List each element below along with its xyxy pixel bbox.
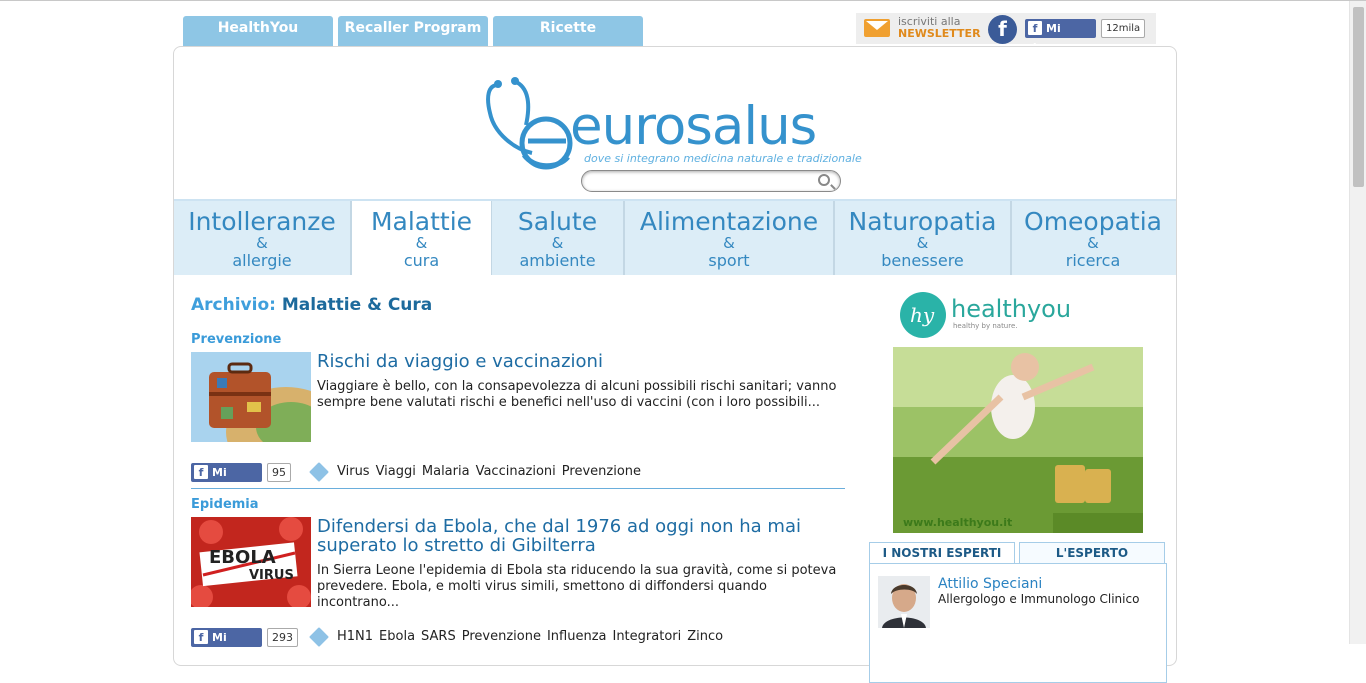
- ebola-thumbnail[interactable]: EBOLA VIRUS: [191, 517, 311, 607]
- scrollbar-thumb[interactable]: [1353, 7, 1364, 187]
- expert-name[interactable]: Attilio Speciani: [938, 576, 1042, 592]
- tag-link[interactable]: Prevenzione: [462, 629, 541, 644]
- article-excerpt: Viaggiare è bello, con la consapevolezza…: [317, 379, 837, 410]
- tab-esperto-risponde[interactable]: L'ESPERTO RISPONDE: [1019, 542, 1165, 580]
- nav-sub: ricerca: [1065, 251, 1121, 270]
- nav-alimentazione[interactable]: Alimentazione & sport: [625, 201, 835, 275]
- logo-tagline: dove si integrano medicina naturale e tr…: [584, 152, 862, 165]
- nav-sub: allergie: [232, 251, 292, 270]
- tag-link[interactable]: Prevenzione: [562, 464, 641, 479]
- nav-omeopatia[interactable]: Omeopatia & ricerca: [1012, 201, 1174, 275]
- nav-sub: cura: [403, 251, 440, 270]
- archive-prefix: Archivio:: [191, 295, 276, 315]
- page-frame: eurosalus dove si integrano medicina nat…: [173, 46, 1177, 683]
- nav-amp: &: [256, 234, 268, 252]
- nav-amp: &: [916, 234, 929, 252]
- browser-top-border: [0, 0, 1366, 1]
- virus-image-text: VIRUS: [249, 568, 294, 583]
- healthyou-tagline: healthy by nature.: [953, 322, 1018, 330]
- search-box: [581, 170, 841, 192]
- facebook-icon[interactable]: f: [988, 15, 1017, 44]
- nav-title: Omeopatia: [1024, 207, 1162, 236]
- article-tags: Virus Viaggi Malaria Vaccinazioni Prevenzion…: [337, 464, 647, 479]
- tag-link[interactable]: Viaggi: [376, 464, 416, 479]
- nav-amp: &: [723, 234, 735, 252]
- social-bar: iscriviti alla NEWSLETTER f fMi piace 12…: [856, 13, 1156, 54]
- nav-amp: &: [551, 234, 564, 252]
- nav-amp: &: [1087, 234, 1099, 252]
- tag-link[interactable]: Ebola: [379, 629, 415, 644]
- nav-sub: benessere: [881, 251, 964, 270]
- article-tags: H1N1 Ebola SARS Prevenzione Influenza Integra…: [337, 629, 729, 644]
- top-tabs: HealthYou Recaller Program Ricette: [183, 16, 648, 46]
- tab-healthyou[interactable]: HealthYou: [183, 16, 333, 46]
- article-category[interactable]: Prevenzione: [191, 332, 281, 347]
- ebola-image-text: EBOLA: [209, 547, 276, 568]
- newsletter-link[interactable]: iscriviti alla NEWSLETTER: [898, 16, 981, 40]
- tag-link[interactable]: SARS: [421, 629, 456, 644]
- expert-photo: [878, 576, 930, 628]
- tab-ricette[interactable]: Ricette: [493, 16, 643, 46]
- logo-wordmark: eurosalus: [570, 96, 817, 157]
- suitcase-thumbnail[interactable]: [191, 352, 311, 442]
- tag-link[interactable]: Vaccinazioni: [476, 464, 556, 479]
- article-like-button[interactable]: f Mi piace: [191, 628, 262, 663]
- article-category[interactable]: Epidemia: [191, 497, 259, 512]
- nav-salute[interactable]: Salute & ambiente: [492, 201, 625, 275]
- tag-link[interactable]: Malaria: [422, 464, 470, 479]
- article-like-button[interactable]: f Mi piace: [191, 463, 262, 498]
- scrollbar[interactable]: [1349, 1, 1366, 644]
- nav-title: Alimentazione: [639, 207, 819, 236]
- facebook-f-icon: f: [1028, 21, 1042, 35]
- article-like-count: 95: [267, 463, 291, 482]
- facebook-f-icon: f: [194, 465, 208, 479]
- experts-panel: Attilio Speciani Allergologo e Immunolog…: [869, 563, 1167, 683]
- avatar[interactable]: [878, 576, 930, 628]
- tag-link[interactable]: Integratori: [612, 629, 681, 644]
- article-title[interactable]: Difendersi da Ebola, che dal 1976 ad ogg…: [317, 517, 837, 555]
- main-nav: Intolleranze & allergie Malattie & cura …: [174, 199, 1176, 275]
- archive-name: Malattie & Cura: [281, 295, 433, 315]
- tag-icon: [309, 462, 329, 482]
- nav-sub: sport: [708, 251, 750, 270]
- facebook-like-button[interactable]: fMi piace: [1025, 19, 1096, 54]
- nav-malattie[interactable]: Malattie & cura: [352, 201, 492, 275]
- tag-link[interactable]: Virus: [337, 464, 370, 479]
- nav-title: Salute: [517, 207, 598, 236]
- tag-link[interactable]: H1N1: [337, 629, 373, 644]
- article-like-count: 293: [267, 628, 298, 647]
- newsletter-line2: NEWSLETTER: [898, 27, 981, 40]
- nav-amp: &: [415, 234, 428, 252]
- tag-link[interactable]: Influenza: [547, 629, 607, 644]
- healthyou-banner-image: hy healthyou healthy by nature. www.heal…: [893, 287, 1143, 533]
- nav-intolleranze[interactable]: Intolleranze & allergie: [174, 201, 352, 275]
- article-title[interactable]: Rischi da viaggio e vaccinazioni: [317, 352, 837, 371]
- nav-title: Malattie: [370, 207, 473, 236]
- tab-nostri-esperti[interactable]: I NOSTRI ESPERTI: [869, 542, 1015, 564]
- facebook-f-icon: f: [194, 630, 208, 644]
- nav-naturopatia[interactable]: Naturopatia & benessere: [835, 201, 1012, 275]
- search-icon[interactable]: [818, 174, 830, 186]
- nav-title: Naturopatia: [848, 207, 997, 236]
- nav-title: Intolleranze: [188, 207, 336, 236]
- nav-sub: ambiente: [519, 251, 596, 270]
- facebook-like-count: 12mila: [1101, 19, 1146, 38]
- stethoscope-icon: [486, 77, 573, 170]
- tab-recaller-program[interactable]: Recaller Program: [338, 16, 488, 46]
- article-excerpt: In Sierra Leone l'epidemia di Ebola sta …: [317, 563, 837, 610]
- page-title: Archivio: Malattie & Cura: [191, 295, 432, 315]
- article-divider: [191, 488, 845, 489]
- search-input[interactable]: [592, 172, 817, 191]
- tag-link[interactable]: Zinco: [687, 629, 723, 644]
- healthyou-url: www.healthyou.it: [903, 516, 1012, 529]
- envelope-icon[interactable]: [864, 19, 890, 37]
- healthyou-logo-letters: hy: [910, 303, 935, 327]
- expert-role: Allergologo e Immunologo Clinico: [938, 592, 1140, 606]
- healthyou-wordmark: healthyou: [951, 295, 1071, 323]
- healthyou-banner[interactable]: hy healthyou healthy by nature. www.heal…: [893, 287, 1143, 533]
- experts-tabs: I NOSTRI ESPERTI L'ESPERTO RISPONDE: [869, 542, 1165, 580]
